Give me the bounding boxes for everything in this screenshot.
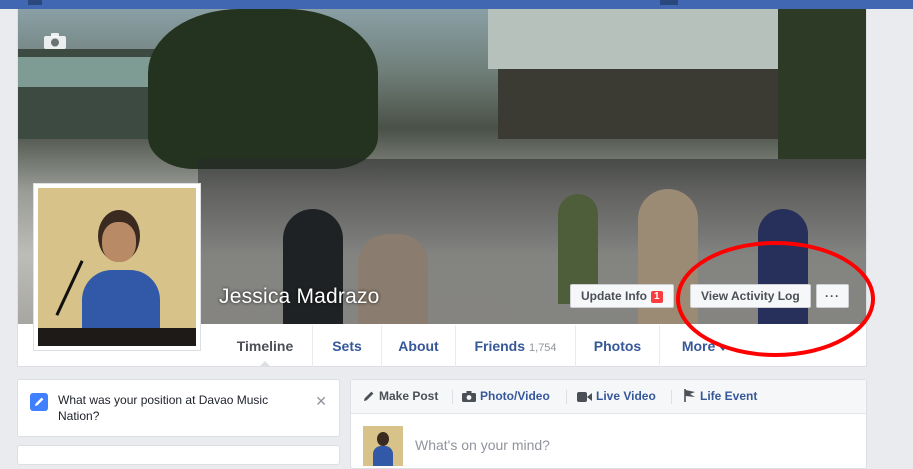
status-input[interactable]: What's on your mind? xyxy=(415,437,550,453)
notification-badge: 1 xyxy=(651,291,663,303)
photo-video-tab[interactable]: Photo/Video xyxy=(462,380,550,413)
pencil-icon xyxy=(30,393,48,411)
life-event-label: Life Event xyxy=(700,389,758,403)
annotation-circle xyxy=(676,241,875,357)
avatar xyxy=(363,426,403,466)
avatar-hair xyxy=(377,432,389,446)
make-post-tab[interactable]: Make Post xyxy=(363,380,438,413)
avatar xyxy=(38,188,196,346)
avatar-podium xyxy=(38,328,196,346)
nav-avatar-fragment xyxy=(660,0,678,5)
nav-logo-fragment xyxy=(28,0,42,5)
tab-about[interactable]: About xyxy=(381,325,455,367)
life-event-tab[interactable]: Life Event xyxy=(684,380,757,413)
camera-icon[interactable] xyxy=(44,33,66,49)
flag-icon xyxy=(684,389,695,402)
post-composer: Make Post Photo/Video Live Video Life Ev… xyxy=(350,379,867,469)
tab-label: Friends xyxy=(474,338,526,354)
microphone-icon xyxy=(55,260,84,316)
tab-photos[interactable]: Photos xyxy=(575,325,659,367)
live-video-label: Live Video xyxy=(596,389,656,403)
composer-tabs: Make Post Photo/Video Live Video Life Ev… xyxy=(351,380,866,414)
tab-label: About xyxy=(398,338,439,354)
question-text[interactable]: What was your position at Davao Music Na… xyxy=(58,392,298,424)
avatar-face xyxy=(102,222,136,262)
tab-label: Photos xyxy=(593,338,642,354)
avatar-dress xyxy=(373,446,393,466)
close-icon[interactable]: ✕ xyxy=(315,393,327,410)
divider xyxy=(671,390,672,404)
tree-canopy xyxy=(148,9,378,169)
person-beige-coat xyxy=(358,234,428,324)
camera-icon xyxy=(462,391,476,402)
intro-card xyxy=(17,445,340,465)
friends-count: 1,754 xyxy=(529,342,557,354)
tab-label: Sets xyxy=(332,338,362,354)
update-info-button[interactable]: Update Info 1 xyxy=(570,284,674,308)
divider xyxy=(452,390,453,404)
tab-sets[interactable]: Sets xyxy=(312,325,381,367)
pencil-icon xyxy=(364,391,374,401)
temple-roof-main xyxy=(488,9,818,69)
photo-video-label: Photo/Video xyxy=(480,389,550,403)
divider xyxy=(566,390,567,404)
tab-timeline[interactable]: Timeline xyxy=(218,325,312,367)
tab-label: Timeline xyxy=(236,338,294,354)
profile-picture[interactable] xyxy=(33,183,201,351)
live-video-tab[interactable]: Live Video xyxy=(577,380,656,413)
make-post-label: Make Post xyxy=(379,389,439,403)
update-info-label: Update Info xyxy=(581,289,647,303)
profile-question-card: What was your position at Davao Music Na… xyxy=(17,379,340,437)
tab-friends[interactable]: Friends 1,754 xyxy=(455,325,575,367)
video-icon xyxy=(577,392,592,402)
tree-right xyxy=(778,9,866,159)
top-navigation-bar xyxy=(0,0,913,9)
profile-name[interactable]: Jessica Madrazo xyxy=(219,285,380,309)
